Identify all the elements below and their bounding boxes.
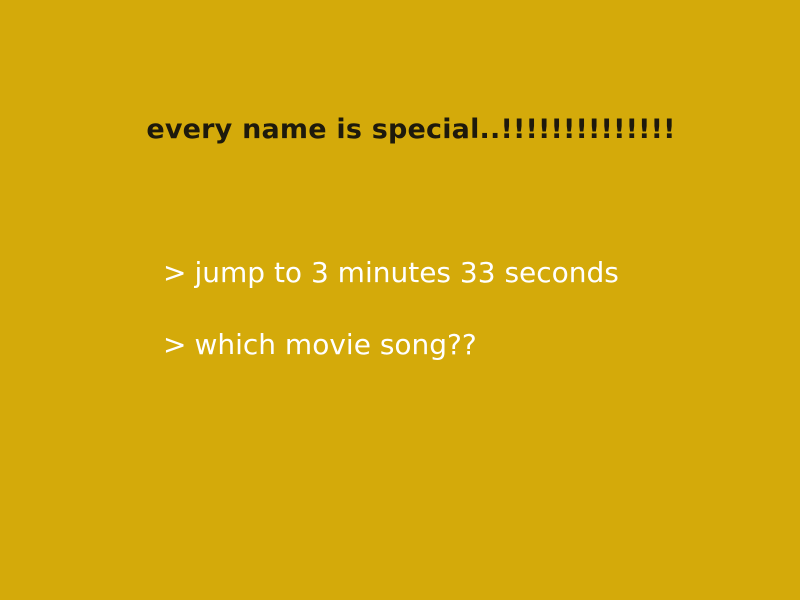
slide: every name is special..!!!!!!!!!!!!!! > j… [0, 0, 800, 600]
bullet-text: which movie song?? [194, 328, 477, 361]
slide-title: every name is special..!!!!!!!!!!!!!! [146, 114, 676, 145]
bullet-item: > jump to 3 minutes 33 seconds [163, 256, 619, 289]
bullet-text: jump to 3 minutes 33 seconds [194, 256, 619, 289]
bullet-item: > which movie song?? [163, 328, 477, 361]
bullet-marker: > [163, 256, 187, 289]
bullet-marker: > [163, 328, 187, 361]
